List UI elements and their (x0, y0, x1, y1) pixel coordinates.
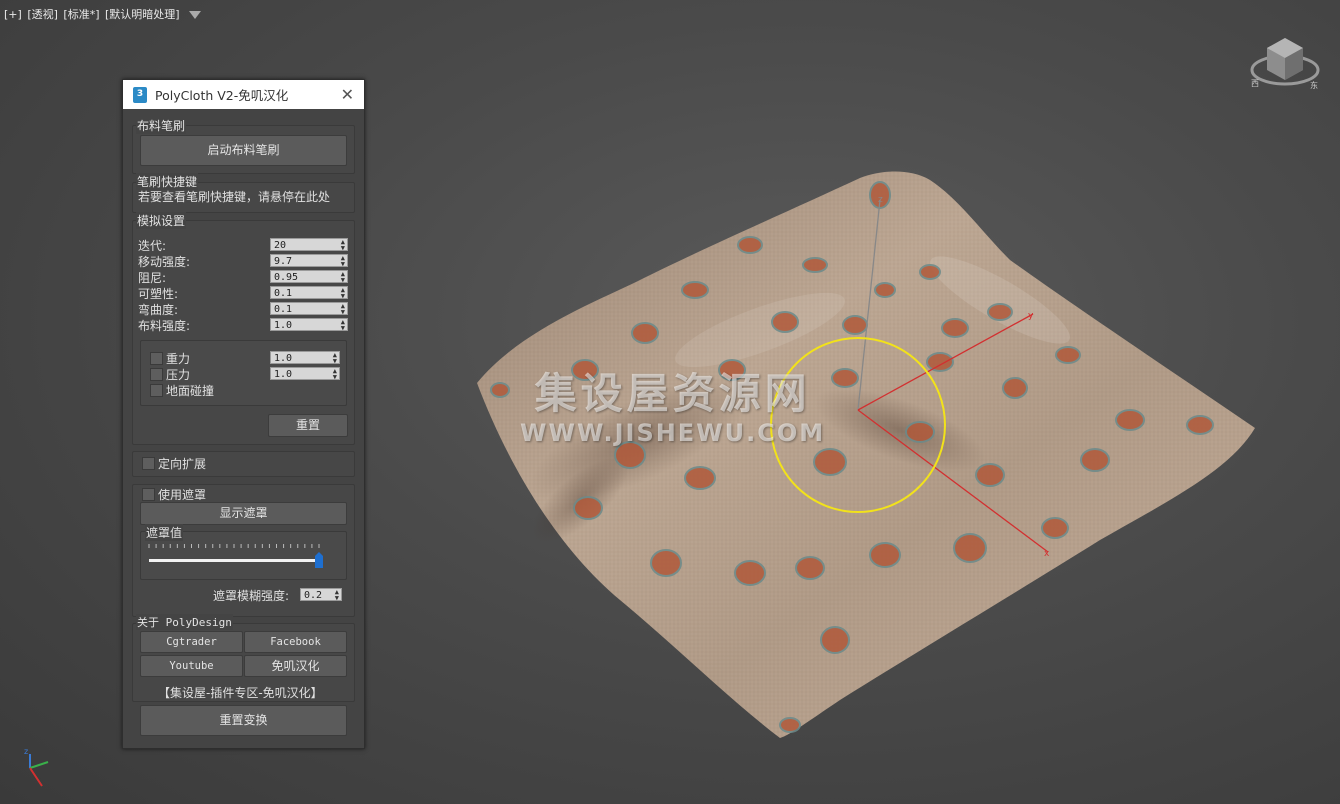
cloth-strength-spinner[interactable]: 1.0 ▲ ▼ (270, 318, 348, 332)
viewcube[interactable]: 西 东 (1250, 38, 1320, 90)
ground-collision-checkbox[interactable] (150, 384, 163, 397)
viewport-menu-shading[interactable]: [默认明暗处理] (105, 8, 180, 21)
mask-blur-spinner[interactable]: 0.2 ▲ ▼ (300, 588, 342, 602)
gizmo-z-label: z (878, 195, 883, 205)
gizmo-y-label: y (1028, 311, 1034, 321)
move-strength-label: 移动强度: (138, 255, 191, 269)
hotkeys-hint[interactable]: 若要查看笔刷快捷键，请悬停在此处 (138, 188, 330, 205)
dialog-titlebar[interactable]: 3 PolyCloth V2-免叽汉化 ✕ (123, 80, 364, 109)
viewport-menu-perspective[interactable]: [透视] (27, 8, 58, 21)
iterations-value[interactable]: 20 (274, 240, 286, 251)
gravity-checkbox[interactable] (150, 352, 163, 365)
translator-button[interactable]: 免叽汉化 (244, 655, 347, 677)
svg-text:东: 东 (1310, 80, 1318, 90)
ground-collision-label: 地面碰撞 (166, 384, 215, 398)
svg-text:西: 西 (1251, 79, 1259, 88)
viewport-label-bar[interactable]: [+] [透视] [标准*] [默认明暗处理] (4, 6, 203, 22)
reset-transform-button[interactable]: 重置变换 (140, 705, 347, 736)
mask-value-label: 遮罩值 (145, 524, 184, 541)
move-strength-value[interactable]: 9.7 (274, 256, 292, 267)
gizmo-x-label: x (1044, 549, 1050, 559)
polycloth-dialog: 3 PolyCloth V2-免叽汉化 ✕ 布料笔刷 启动布料笔刷 笔刷快捷键 … (122, 79, 365, 749)
plasticity-spinner[interactable]: 0.1 ▲ ▼ (270, 286, 348, 300)
svg-text:z: z (24, 747, 28, 756)
facebook-button[interactable]: Facebook (244, 631, 347, 653)
axis-tripod-icon: z (24, 747, 49, 787)
about-group-title: 关于 PolyDesign (136, 614, 233, 630)
cgtrader-button[interactable]: Cgtrader (140, 631, 243, 653)
move-strength-spinner[interactable]: 9.7 ▲ ▼ (270, 254, 348, 268)
brush-group-title: 布料笔刷 (136, 117, 187, 134)
footer-text: 【集设屋-插件专区-免叽汉化】 (158, 686, 323, 700)
app-icon: 3 (133, 86, 147, 103)
damping-spinner[interactable]: 0.95 ▲ ▼ (270, 270, 348, 284)
cloth-strength-value[interactable]: 1.0 (274, 320, 292, 331)
youtube-button[interactable]: Youtube (140, 655, 243, 677)
use-mask-label: 使用遮罩 (158, 488, 207, 502)
gravity-value[interactable]: 1.0 (274, 353, 292, 364)
slider-handle[interactable] (315, 552, 323, 568)
close-icon[interactable]: ✕ (341, 85, 354, 104)
directional-label: 定向扩展 (158, 457, 207, 471)
iterations-spinner[interactable]: 20 ▲ ▼ (270, 238, 348, 252)
bend-value[interactable]: 0.1 (274, 304, 292, 315)
plasticity-value[interactable]: 0.1 (274, 288, 292, 299)
iterations-label: 迭代: (138, 239, 167, 253)
cloth-strength-label: 布料强度: (138, 319, 191, 333)
viewport-menu-standard[interactable]: [标准*] (63, 8, 99, 21)
damping-label: 阻尼: (138, 271, 167, 285)
viewport-menu-plus[interactable]: [+] (4, 8, 22, 21)
bend-label: 弯曲度: (138, 303, 179, 317)
start-brush-button[interactable]: 启动布料笔刷 (140, 135, 347, 166)
plasticity-label: 可塑性: (138, 287, 179, 301)
mask-blur-value[interactable]: 0.2 (304, 590, 322, 601)
pressure-label: 压力 (166, 368, 191, 382)
show-mask-button[interactable]: 显示遮罩 (140, 502, 347, 525)
slider-track[interactable] (149, 559, 319, 562)
sim-group-title: 模拟设置 (136, 212, 187, 229)
directional-checkbox[interactable] (142, 457, 155, 470)
reset-button[interactable]: 重置 (268, 414, 348, 437)
gravity-spinner[interactable]: 1.0 ▲ ▼ (270, 351, 340, 365)
cloth-mesh (477, 171, 1255, 738)
damping-value[interactable]: 0.95 (274, 272, 298, 283)
pressure-spinner[interactable]: 1.0 ▲ ▼ (270, 367, 340, 381)
mask-value-slider[interactable] (147, 542, 327, 570)
gravity-label: 重力 (166, 352, 191, 366)
use-mask-checkbox[interactable] (142, 488, 155, 501)
dialog-title: PolyCloth V2-免叽汉化 (155, 88, 289, 103)
pressure-value[interactable]: 1.0 (274, 369, 292, 380)
pressure-checkbox[interactable] (150, 368, 163, 381)
bend-spinner[interactable]: 0.1 ▲ ▼ (270, 302, 348, 316)
mask-blur-label: 遮罩模糊强度: (213, 589, 290, 603)
filter-icon[interactable] (189, 11, 202, 19)
